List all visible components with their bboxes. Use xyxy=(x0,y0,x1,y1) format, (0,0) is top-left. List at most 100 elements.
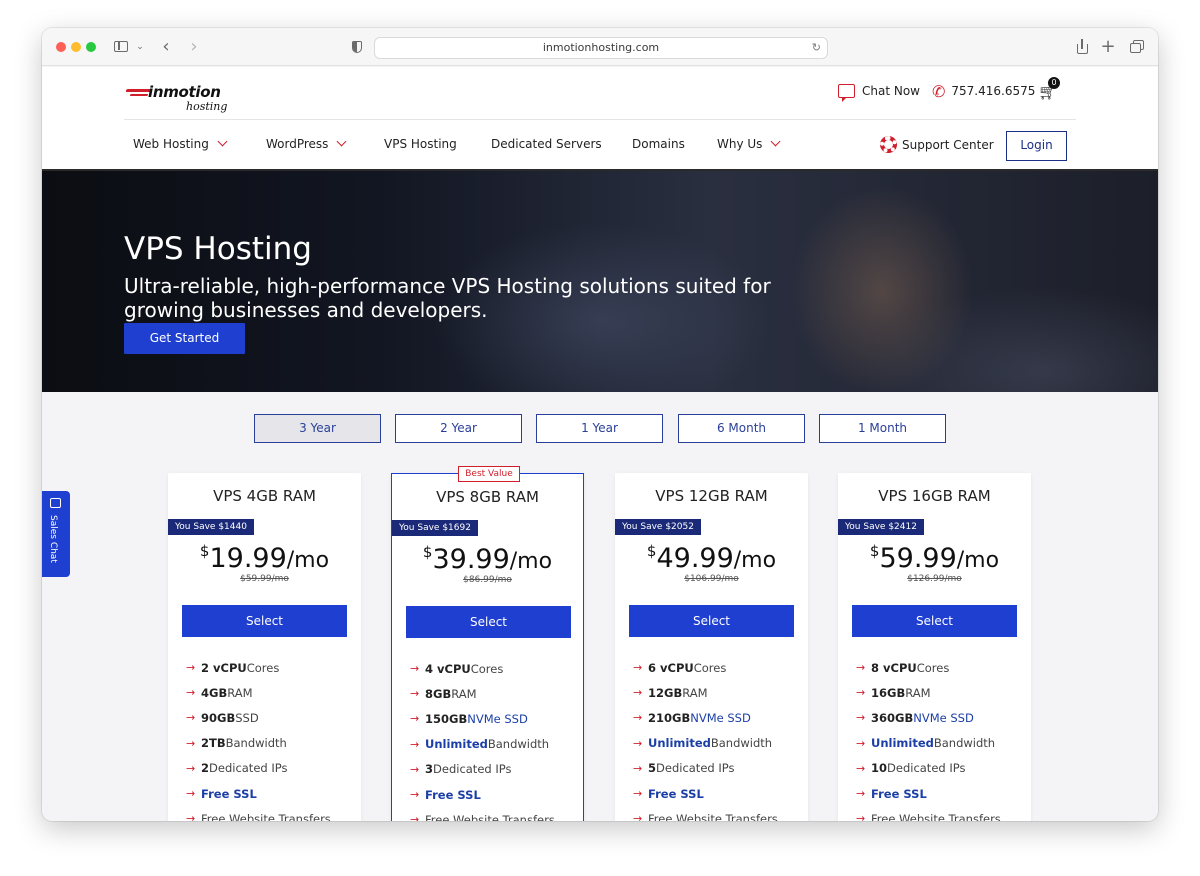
feature-item: → 5 Dedicated IPs xyxy=(633,761,735,776)
feature-item: → Unlimited Bandwidth xyxy=(633,736,773,751)
price-amount: 19.99 xyxy=(209,543,287,574)
nav-item-label: Domains xyxy=(632,137,685,151)
feature-item: → Free SSL xyxy=(633,786,704,801)
feature-item: → Free Website Transfers xyxy=(633,806,803,821)
arrow-right-icon: → xyxy=(186,761,196,775)
arrow-right-icon: → xyxy=(856,686,866,700)
plan-price: $49.99/mo xyxy=(615,542,808,574)
plan-name: VPS 12GB RAM xyxy=(655,487,768,505)
phone-icon: ✆ xyxy=(932,81,946,101)
arrow-right-icon: → xyxy=(633,686,643,700)
chat-now-link[interactable]: Chat Now xyxy=(838,81,920,102)
nav-item-wordpress[interactable]: WordPress xyxy=(266,120,347,169)
browser-toolbar: ⌄ ‹ › inmotionhosting.com ↻ + xyxy=(42,28,1158,66)
hero-title: VPS Hosting xyxy=(124,231,312,267)
address-bar[interactable]: inmotionhosting.com ↻ xyxy=(374,37,828,59)
browser-window: ⌄ ‹ › inmotionhosting.com ↻ + inmotion h… xyxy=(42,28,1158,821)
nav-item-label: Why Us xyxy=(717,137,763,151)
tab-overview-icon[interactable] xyxy=(1128,36,1146,58)
sidebar-toggle-icon[interactable] xyxy=(112,36,130,58)
phone-number: 757.416.6575 xyxy=(951,84,1036,98)
feature-item: → Free Website Transfers xyxy=(410,807,580,821)
reload-icon[interactable]: ↻ xyxy=(812,38,821,58)
currency-symbol: $ xyxy=(422,543,433,561)
nav-item-web-hosting[interactable]: Web Hosting xyxy=(133,120,228,169)
original-price: $106.99/mo xyxy=(684,574,739,584)
arrow-right-icon: → xyxy=(186,787,196,801)
minimize-window-button[interactable] xyxy=(71,42,81,52)
savings-badge: You Save $1440 xyxy=(168,519,254,535)
feature-item: → Free Website Transfers xyxy=(186,806,356,821)
arrow-right-icon: → xyxy=(186,686,196,700)
price-unit: /mo xyxy=(509,549,553,574)
plan-card-vps-12gb: VPS 12GB RAM You Save $2052 $49.99/mo $1… xyxy=(615,473,808,821)
share-icon[interactable] xyxy=(1074,36,1090,58)
chevron-down-icon xyxy=(336,136,347,147)
chat-bubble-icon xyxy=(50,498,61,508)
login-button[interactable]: Login xyxy=(1006,131,1067,161)
arrow-right-icon: → xyxy=(410,662,420,676)
lifebuoy-icon xyxy=(880,136,897,153)
term-1-year[interactable]: 1 Year xyxy=(536,414,663,443)
cart-button[interactable]: 🛒︎ 0 xyxy=(1038,77,1060,101)
address-url: inmotionhosting.com xyxy=(542,41,660,54)
original-price: $86.99/mo xyxy=(463,575,512,585)
term-1-month[interactable]: 1 Month xyxy=(819,414,946,443)
sales-chat-tab[interactable]: Sales Chat xyxy=(42,491,70,577)
plan-name: VPS 8GB RAM xyxy=(436,488,539,506)
nav-item-dedicated-servers[interactable]: Dedicated Servers xyxy=(491,120,602,169)
feature-item: → Free SSL xyxy=(856,786,927,801)
select-plan-button[interactable]: Select xyxy=(182,605,347,637)
arrow-right-icon: → xyxy=(186,661,196,675)
nav-item-label: Dedicated Servers xyxy=(491,137,602,151)
hero-subtitle: Ultra-reliable, high-performance VPS Hos… xyxy=(124,274,771,322)
select-plan-button[interactable]: Select xyxy=(406,606,571,638)
feature-item: → 2 Dedicated IPs xyxy=(186,761,288,776)
forward-arrow-icon[interactable]: › xyxy=(186,36,202,58)
get-started-button[interactable]: Get Started xyxy=(124,323,245,354)
new-tab-icon[interactable]: + xyxy=(1100,36,1116,58)
nav-item-vps-hosting[interactable]: VPS Hosting xyxy=(384,120,457,169)
feature-item: → 360GB NVMe SSD xyxy=(856,710,974,725)
feature-list: → 4 vCPU Cores → 8GB RAM → 150GB NVMe SSD →… xyxy=(410,656,580,821)
price-unit: /mo xyxy=(286,548,330,573)
term-2-year[interactable]: 2 Year xyxy=(395,414,522,443)
nav-item-domains[interactable]: Domains xyxy=(632,120,685,169)
feature-item: → 10 Dedicated IPs xyxy=(856,761,966,776)
chevron-down-icon xyxy=(217,136,228,147)
feature-item: → 2 vCPU Cores xyxy=(186,660,280,675)
support-center-link[interactable]: Support Center xyxy=(880,120,994,169)
privacy-shield-icon[interactable] xyxy=(348,36,364,58)
feature-item: → 90GB SSD xyxy=(186,710,259,725)
arrow-right-icon: → xyxy=(186,711,196,725)
original-price: $126.99/mo xyxy=(907,574,962,584)
support-center-label: Support Center xyxy=(902,137,994,152)
inmotion-logo[interactable]: inmotion hosting xyxy=(125,77,246,117)
nav-item-label: VPS Hosting xyxy=(384,137,457,151)
original-price: $59.99/mo xyxy=(240,574,289,584)
arrow-right-icon: → xyxy=(633,761,643,775)
feature-item: → 4GB RAM xyxy=(186,685,253,700)
price-amount: 59.99 xyxy=(879,543,957,574)
nav-item-why-us[interactable]: Why Us xyxy=(717,120,781,169)
logo-sub: hosting xyxy=(186,100,228,113)
nav-item-label: Web Hosting xyxy=(133,137,209,151)
close-window-button[interactable] xyxy=(56,42,66,52)
best-value-badge: Best Value xyxy=(458,466,520,482)
arrow-right-icon: → xyxy=(410,737,420,751)
select-plan-button[interactable]: Select xyxy=(852,605,1017,637)
zoom-window-button[interactable] xyxy=(86,42,96,52)
chevron-down-icon[interactable]: ⌄ xyxy=(135,36,145,58)
phone-link[interactable]: ✆ 757.416.6575 xyxy=(932,81,1035,101)
feature-item: → Free Website Transfers xyxy=(856,806,1026,821)
arrow-right-icon: → xyxy=(410,813,420,821)
term-3-year[interactable]: 3 Year xyxy=(254,414,381,443)
select-plan-button[interactable]: Select xyxy=(629,605,794,637)
plan-card-vps-4gb: VPS 4GB RAM You Save $1440 $19.99/mo $59… xyxy=(168,473,361,821)
plan-card-vps-8gb: Best Value VPS 8GB RAM You Save $1692 $3… xyxy=(391,466,584,821)
feature-item: → 210GB NVMe SSD xyxy=(633,710,751,725)
back-arrow-icon[interactable]: ‹ xyxy=(158,36,174,58)
feature-list: → 6 vCPU Cores → 12GB RAM → 210GB NVMe SSD … xyxy=(633,655,803,821)
term-6-month[interactable]: 6 Month xyxy=(678,414,805,443)
arrow-right-icon: → xyxy=(410,762,420,776)
